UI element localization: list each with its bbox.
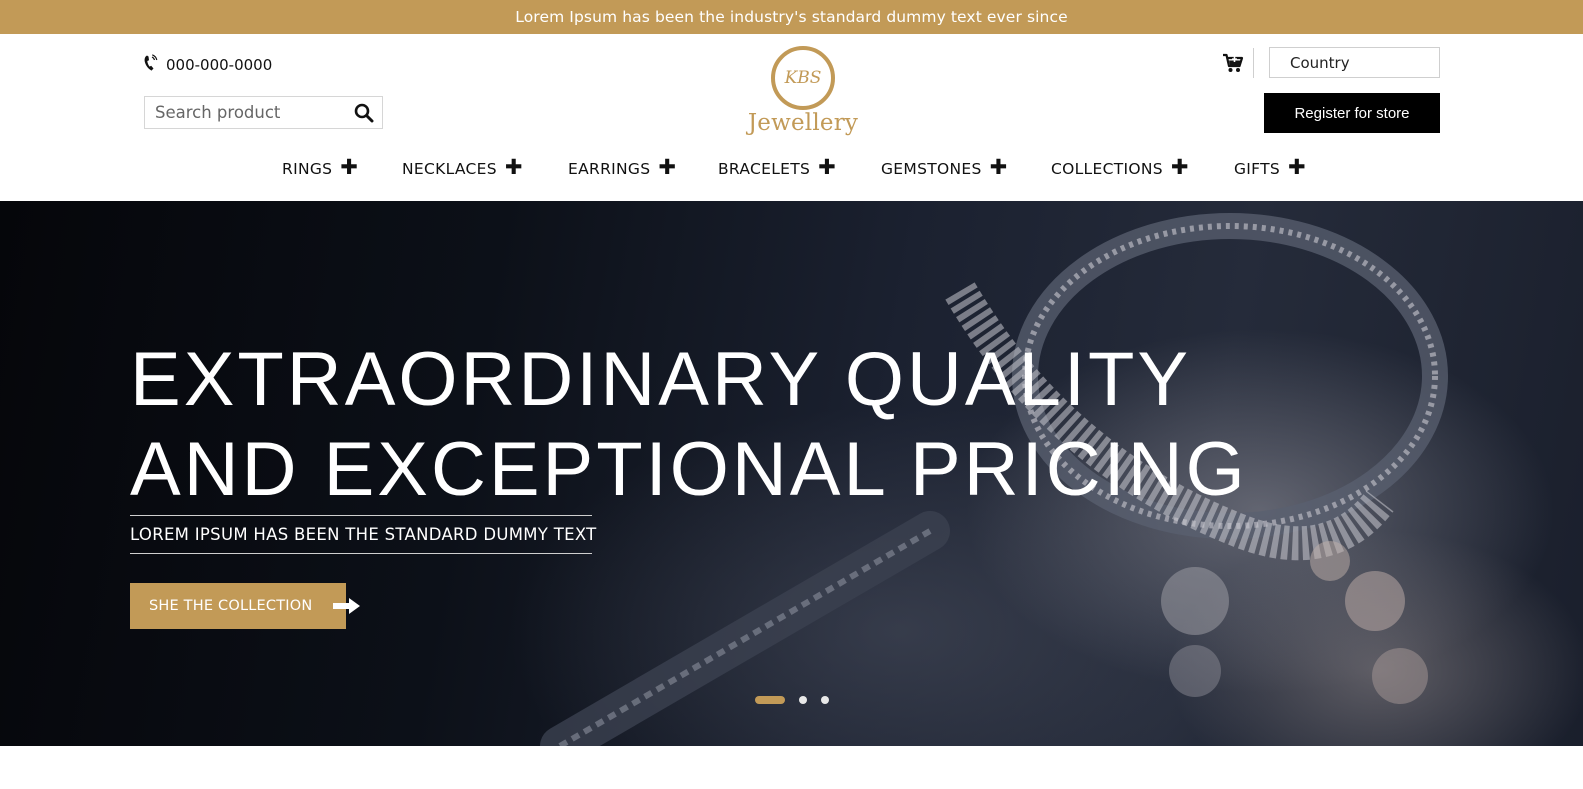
nav-item-label: RINGS [282, 159, 333, 178]
plus-icon: ✚ [340, 155, 359, 179]
plus-icon: ✚ [818, 155, 837, 179]
announcement-text: Lorem Ipsum has been the industry's stan… [515, 8, 1068, 26]
nav-item-label: GIFTS [1234, 159, 1281, 178]
nav-item-bracelets[interactable]: BRACELETS ✚ [718, 155, 837, 179]
hero-headline-line2: AND EXCEPTIONAL PRICING [130, 427, 1248, 512]
nav-item-rings[interactable]: RINGS ✚ [282, 155, 359, 179]
search-icon[interactable] [354, 103, 374, 123]
register-for-store-button[interactable]: Register for store [1264, 93, 1440, 133]
plus-icon: ✚ [658, 155, 677, 179]
hero-headline: EXTRAORDINARY QUALITY AND EXCEPTIONAL PR… [130, 335, 1248, 515]
search-input[interactable] [155, 103, 354, 122]
nav-item-label: BRACELETS [718, 159, 811, 178]
nav-item-label: NECKLACES [402, 159, 497, 178]
hero-subline: LOREM IPSUM HAS BEEN THE STANDARD DUMMY … [130, 525, 597, 544]
nav-item-label: EARRINGS [568, 159, 651, 178]
nav-item-collections[interactable]: COLLECTIONS ✚ [1051, 155, 1189, 179]
shop-collection-button[interactable]: SHE THE COLLECTION [130, 583, 346, 629]
hero-subline-box: LOREM IPSUM HAS BEEN THE STANDARD DUMMY … [130, 515, 597, 554]
nav-item-gifts[interactable]: GIFTS ✚ [1234, 155, 1306, 179]
plus-icon: ✚ [1170, 155, 1189, 179]
logo-monogram: KBS [784, 68, 822, 88]
phone-icon [143, 54, 158, 76]
phone-contact[interactable]: 000-000-0000 [143, 54, 272, 76]
logo-monogram-ring: KBS [771, 46, 835, 110]
announcement-bar: Lorem Ipsum has been the industry's stan… [0, 0, 1583, 34]
nav-item-label: GEMSTONES [881, 159, 982, 178]
slider-dot-2[interactable] [799, 696, 807, 704]
phone-number: 000-000-0000 [166, 56, 273, 74]
cta-label: SHE THE COLLECTION [149, 598, 313, 614]
hero-headline-line1: EXTRAORDINARY QUALITY [130, 337, 1192, 422]
logo-wordmark: Jewellery [747, 110, 859, 136]
nav-item-label: COLLECTIONS [1051, 159, 1163, 178]
cart-icon[interactable] [1222, 52, 1244, 74]
plus-icon: ✚ [1288, 155, 1306, 179]
nav-item-necklaces[interactable]: NECKLACES ✚ [402, 155, 523, 179]
nav-item-gemstones[interactable]: GEMSTONES ✚ [881, 155, 1008, 179]
brand-logo[interactable]: KBS Jewellery [740, 46, 866, 140]
country-label: Country [1290, 53, 1350, 72]
main-nav: RINGS ✚ NECKLACES ✚ EARRINGS ✚ BRACELETS… [0, 155, 1583, 181]
nav-item-earrings[interactable]: EARRINGS ✚ [568, 155, 677, 179]
hero-banner: EXTRAORDINARY QUALITY AND EXCEPTIONAL PR… [0, 201, 1583, 746]
plus-icon: ✚ [504, 155, 523, 179]
site-header: 000-000-0000 KBS Jewellery Country Regis… [0, 34, 1583, 201]
search-box [144, 96, 383, 129]
header-divider [1253, 48, 1254, 78]
country-selector[interactable]: Country [1269, 47, 1440, 78]
slider-dots [755, 696, 829, 704]
slider-dot-3[interactable] [821, 696, 829, 704]
arrow-right-icon [333, 598, 361, 614]
plus-icon: ✚ [989, 155, 1008, 179]
slider-dot-1[interactable] [755, 696, 785, 704]
